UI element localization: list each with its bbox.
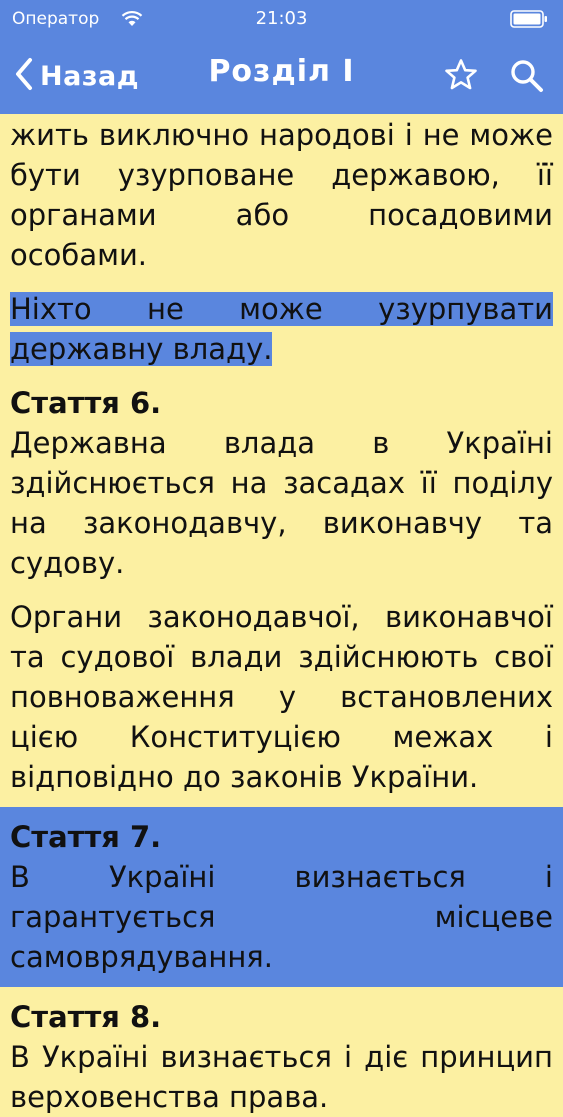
search-icon bbox=[509, 60, 545, 98]
highlighted-paragraph[interactable]: Ніхто не може узурпувати державну владу. bbox=[10, 289, 553, 369]
article-6-title: Стаття 6. bbox=[10, 386, 162, 420]
paragraph: жить виключно народові і не може бути уз… bbox=[10, 118, 553, 272]
paragraph: Органи законодавчої, виконавчої та судов… bbox=[10, 600, 553, 794]
navigation-bar: Назад Розділ I bbox=[0, 40, 563, 114]
document-content: жить виключно народові і не може бути уз… bbox=[0, 114, 563, 1117]
favorite-button[interactable] bbox=[444, 58, 478, 92]
paragraph: Державна влада в Україні здійснюється на… bbox=[10, 426, 553, 580]
article-8-section: Стаття 8. В Україні визнається і діє при… bbox=[0, 987, 563, 1117]
article-7-section[interactable]: Стаття 7. В Україні визнається і гаранту… bbox=[0, 807, 563, 987]
article-7-title: Стаття 7. bbox=[10, 820, 162, 854]
page-title: Розділ I bbox=[208, 54, 355, 89]
top-bar: Оператор 21:03 Назад Розділ I bbox=[0, 0, 563, 114]
battery-icon bbox=[510, 10, 548, 28]
search-button[interactable] bbox=[509, 58, 545, 94]
paragraph: В Україні визнається і гарантується місц… bbox=[10, 860, 553, 974]
star-icon bbox=[444, 59, 478, 96]
paragraph: В Україні визнається і діє принцип верхо… bbox=[10, 1040, 553, 1114]
highlighted-text: Ніхто не може узурпувати державну владу. bbox=[10, 292, 553, 366]
article-8-title: Стаття 8. bbox=[10, 1000, 162, 1034]
status-bar: Оператор 21:03 bbox=[0, 0, 563, 40]
clock: 21:03 bbox=[255, 8, 308, 29]
